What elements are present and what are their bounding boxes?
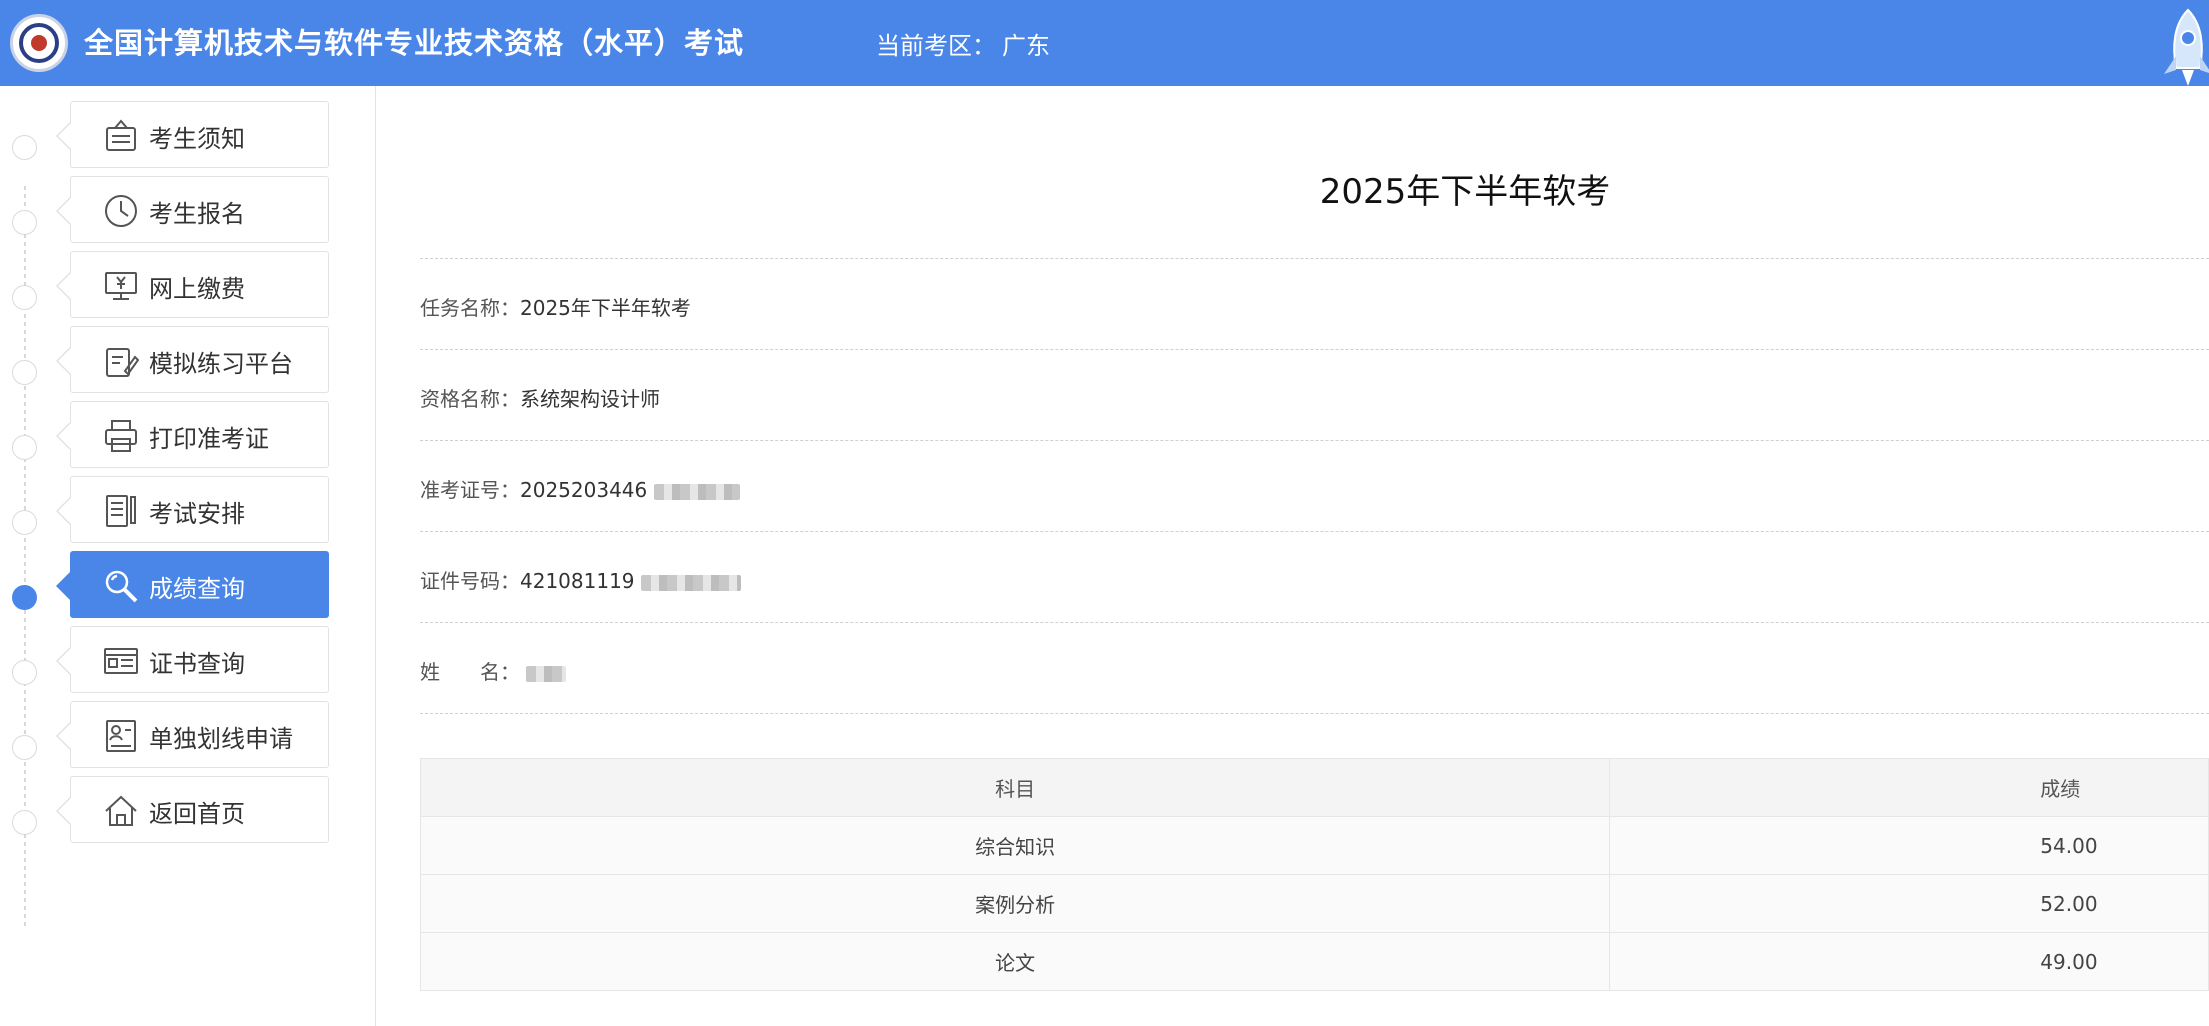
- main-content: 2025年下半年软考 任务名称：2025年下半年软考 资格名称：系统架构设计师 …: [419, 86, 2209, 1026]
- sidebar-item-practice-platform[interactable]: 模拟练习平台: [56, 326, 329, 393]
- subject-cell: 案例分析: [419, 874, 1611, 933]
- sidebar-item-label: 打印准考证: [149, 425, 269, 453]
- sidebar-item-registration[interactable]: 考生报名: [56, 176, 329, 243]
- admission-number-value: 2025203446: [520, 478, 648, 502]
- qualification-row: 资格名称：系统架构设计师: [420, 383, 660, 412]
- home-icon: [105, 795, 137, 826]
- notepad-pen-icon: [106, 348, 139, 377]
- certificate-icon: [104, 648, 138, 674]
- monitor-yen-icon: [105, 272, 137, 300]
- divider: [420, 349, 2209, 350]
- field-label: 资格名称：: [420, 387, 520, 411]
- sidebar-item-label: 单独划线申请: [149, 725, 293, 753]
- column-header-score: 成绩: [1609, 758, 2209, 817]
- sidebar-item-label: 返回首页: [149, 800, 245, 828]
- sidebar-item-separate-line[interactable]: 单独划线申请: [56, 701, 329, 768]
- table-header-row: 科目 成绩: [419, 758, 2209, 817]
- task-name-row: 任务名称：2025年下半年软考: [420, 292, 691, 321]
- admission-number-row: 准考证号：2025203446: [420, 474, 740, 503]
- timeline-node: [12, 510, 37, 535]
- subject-cell: 综合知识: [419, 816, 1611, 875]
- timeline-node: [12, 360, 37, 385]
- field-label: 准考证号：: [420, 478, 520, 502]
- sidebar-item-online-payment[interactable]: 网上缴费: [56, 251, 329, 318]
- timeline-node: [12, 735, 37, 760]
- id-number-value: 421081119: [520, 569, 635, 593]
- sidebar-item-label: 考试安排: [149, 500, 245, 528]
- redacted-blur: [653, 483, 740, 500]
- timeline-node: [12, 435, 37, 460]
- timeline-node: [12, 285, 37, 310]
- sidebar-item-label: 证书查询: [149, 650, 245, 678]
- sidebar-item-score-query[interactable]: 成绩查询: [56, 551, 329, 618]
- score-cell: 52.00: [1609, 874, 2209, 933]
- timeline-node: [12, 135, 37, 160]
- table-row: 综合知识 54.00: [419, 816, 2209, 875]
- sidebar-item-exam-schedule[interactable]: 考试安排: [56, 476, 329, 543]
- document-pencil-icon: [106, 495, 136, 527]
- field-label: 证件号码：: [420, 569, 520, 593]
- column-header-subject: 科目: [419, 758, 1611, 817]
- sidebar-item-label: 网上缴费: [149, 275, 245, 303]
- top-header: 全国计算机技术与软件专业技术资格（水平）考试 当前考区： 广东: [0, 0, 2209, 86]
- sidebar-item-print-admission[interactable]: 打印准考证: [56, 401, 329, 468]
- divider: [420, 440, 2209, 441]
- sidebar-item-label: 模拟练习平台: [149, 350, 293, 378]
- redacted-blur: [526, 665, 567, 682]
- sidebar-item-back-home[interactable]: 返回首页: [56, 776, 329, 843]
- score-table: 科目 成绩 综合知识 54.00 案例分析 52.00 论文 49.00: [419, 758, 2209, 991]
- divider: [420, 713, 2209, 714]
- page-title: 2025年下半年软考: [1319, 172, 1611, 212]
- timeline-node: [12, 210, 37, 235]
- sidebar-item-label: 考生须知: [149, 125, 245, 153]
- sidebar-item-exam-notice[interactable]: 考生须知: [56, 101, 329, 168]
- rocket-icon: [2164, 8, 2209, 86]
- table-row: 案例分析 52.00: [419, 874, 2209, 933]
- sidebar-item-label: 考生报名: [149, 200, 245, 228]
- magnifier-icon: [105, 570, 138, 603]
- timeline-node: [12, 810, 37, 835]
- redacted-blur: [640, 574, 741, 591]
- sidebar-item-certificate-query[interactable]: 证书查询: [56, 626, 329, 693]
- qualification-value: 系统架构设计师: [520, 387, 660, 411]
- sidebar-item-label: 成绩查询: [149, 575, 245, 603]
- clock-icon: [105, 195, 137, 227]
- app-title: 全国计算机技术与软件专业技术资格（水平）考试: [84, 26, 745, 60]
- exam-logo: [10, 14, 68, 72]
- region-value: 广东: [1002, 32, 1050, 60]
- field-label: 姓 名：: [420, 660, 520, 684]
- divider: [420, 531, 2209, 532]
- current-region: 当前考区： 广东: [870, 26, 1050, 61]
- notice-board-icon: [106, 119, 136, 151]
- profile-card-icon: [106, 720, 136, 752]
- score-cell: 49.00: [1609, 932, 2209, 991]
- divider: [420, 622, 2209, 623]
- timeline-node: [12, 660, 37, 685]
- field-label: 任务名称：: [420, 296, 520, 320]
- subject-cell: 论文: [419, 932, 1611, 991]
- sidebar: 考生须知 考生报名 网上缴费 模拟练习平台 打印准考证 考试安排 成绩查询 证书…: [0, 86, 376, 1026]
- task-name-value: 2025年下半年软考: [520, 296, 691, 320]
- table-row: 论文 49.00: [419, 932, 2209, 991]
- id-number-row: 证件号码：421081119: [420, 565, 741, 594]
- divider: [420, 258, 2209, 259]
- score-cell: 54.00: [1609, 816, 2209, 875]
- printer-icon: [105, 420, 137, 452]
- timeline-node-active: [12, 585, 37, 610]
- region-label: 当前考区：: [876, 32, 996, 60]
- name-row: 姓 名：: [420, 656, 567, 685]
